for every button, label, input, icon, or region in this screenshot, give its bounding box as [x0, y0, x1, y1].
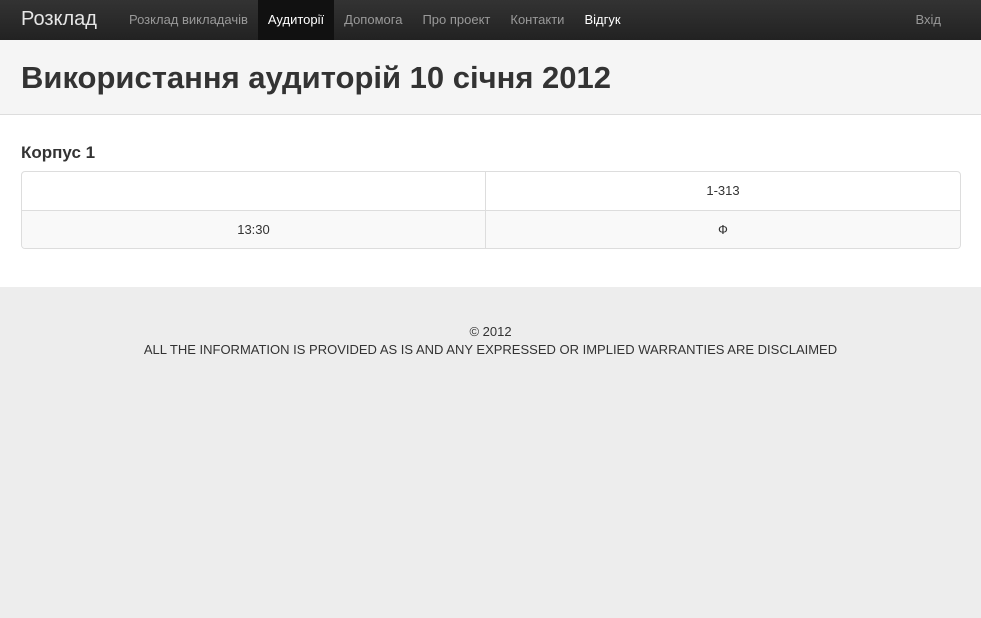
nav-item-auditoriums[interactable]: Аудиторії [257, 0, 335, 40]
table-cell-time: 13:30 [22, 210, 486, 248]
table-header-row: 1-313 [22, 172, 960, 210]
section-title: Корпус 1 [21, 143, 96, 162]
footer: © 2012 ALL THE INFORMATION IS PROVIDED A… [0, 287, 981, 618]
table-header-cell [22, 172, 486, 210]
table-header-cell: 1-313 [706, 183, 740, 198]
table-row: 13:30 Ф [22, 210, 960, 248]
nav-item-about[interactable]: Про проект [412, 0, 500, 40]
main-nav: Розклад викладачів Аудиторії Допомога Пр… [119, 0, 631, 40]
nav-item-feedback[interactable]: Відгук [574, 0, 630, 40]
login-link[interactable]: Вхід [906, 0, 952, 40]
footer-copyright: © 2012 [469, 324, 512, 339]
auditorium-usage-table: 1-313 13:30 Ф [21, 171, 961, 249]
page-header: Використання аудиторій 10 січня 2012 [0, 40, 981, 115]
footer-disclaimer: ALL THE INFORMATION IS PROVIDED AS IS AN… [143, 342, 838, 357]
main-content: Корпус 1 1-313 13:30 Ф [0, 115, 981, 287]
top-navbar: Розклад Розклад викладачів Аудиторії Доп… [0, 0, 981, 40]
brand-link[interactable]: Розклад [21, 0, 97, 40]
table-cell-value: Ф [486, 210, 960, 248]
nav-item-teacher-schedule[interactable]: Розклад викладачів [119, 0, 258, 40]
nav-item-contacts[interactable]: Контакти [500, 0, 574, 40]
nav-item-help[interactable]: Допомога [334, 0, 412, 40]
page-title: Використання аудиторій 10 січня 2012 [21, 60, 611, 95]
